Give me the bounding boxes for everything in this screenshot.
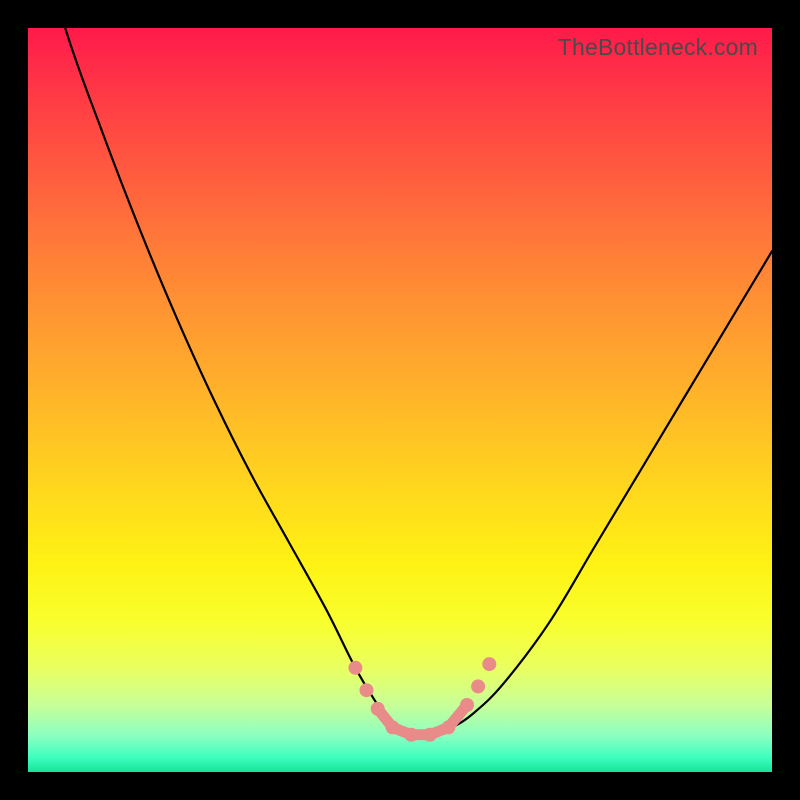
- marker-dot: [371, 702, 385, 716]
- marker-group: [348, 657, 496, 742]
- marker-dot: [404, 728, 418, 742]
- marker-dot: [460, 698, 474, 712]
- marker-dot: [360, 683, 374, 697]
- marker-dot: [441, 720, 455, 734]
- curve-svg: [28, 28, 772, 772]
- watermark-label: TheBottleneck.com: [558, 34, 758, 61]
- marker-dot: [471, 679, 485, 693]
- plot-area: TheBottleneck.com: [28, 28, 772, 772]
- marker-dot: [386, 720, 400, 734]
- chart-frame: TheBottleneck.com: [0, 0, 800, 800]
- marker-dot: [482, 657, 496, 671]
- bottleneck-curve: [28, 28, 772, 736]
- marker-dot: [423, 728, 437, 742]
- marker-dot: [348, 661, 362, 675]
